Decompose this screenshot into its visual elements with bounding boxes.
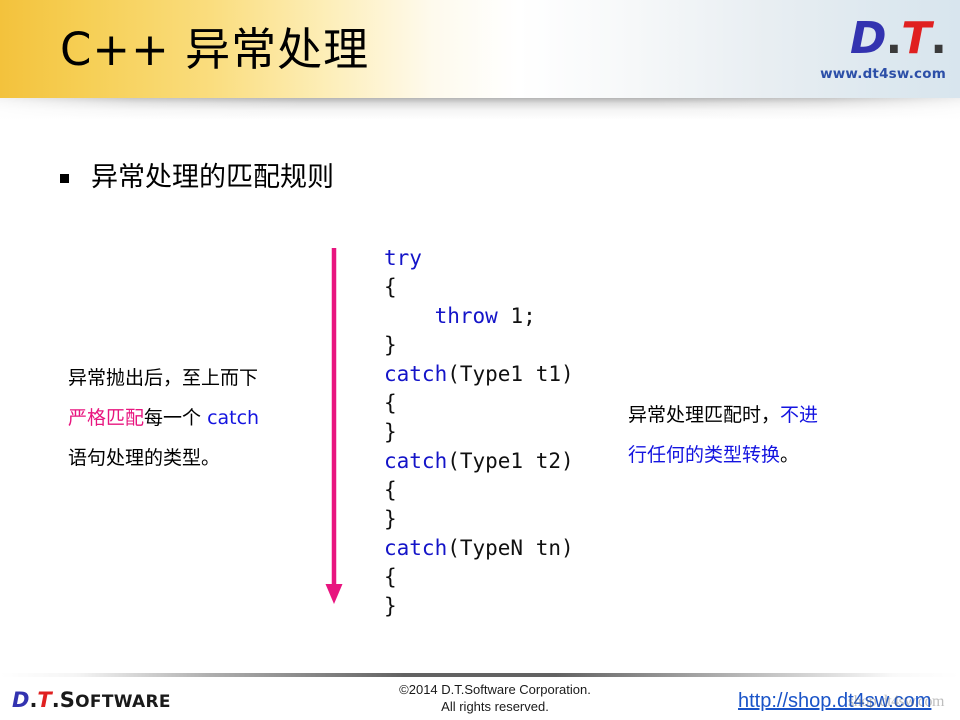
logo-letter-d: D bbox=[850, 13, 887, 64]
code-keyword: try bbox=[384, 246, 422, 270]
note-right-line-1-lead: 异常处理匹配时， bbox=[628, 404, 781, 426]
code-text: (TypeN tn) bbox=[447, 536, 574, 560]
logo-dot-2: . bbox=[930, 13, 947, 64]
note-right-line-2: 行任何的类型转换。 bbox=[628, 435, 818, 475]
code-line: { bbox=[384, 563, 574, 592]
copyright-line-2: All rights reserved. bbox=[441, 699, 549, 714]
brand-logo-header: D.T. www.dt4sw.com bbox=[796, 13, 947, 92]
page-title: C++ 异常处理 bbox=[60, 23, 370, 76]
code-text: } bbox=[384, 420, 397, 444]
code-line: catch(Type1 t2) bbox=[384, 447, 574, 476]
footer-logo-word-rest: OFTWARE bbox=[75, 692, 171, 712]
code-text: } bbox=[384, 507, 397, 531]
bullet-row: 异常处理的匹配规则 bbox=[60, 160, 334, 196]
note-right: 异常处理匹配时，不进 行任何的类型转换。 bbox=[628, 395, 818, 475]
code-text: (Type1 t2) bbox=[447, 449, 574, 473]
code-line: catch(Type1 t1) bbox=[384, 360, 574, 389]
code-line: } bbox=[384, 592, 574, 621]
code-text: } bbox=[384, 594, 397, 618]
code-text: { bbox=[384, 275, 397, 299]
code-line: { bbox=[384, 273, 574, 302]
footer-divider bbox=[0, 673, 960, 677]
code-line: } bbox=[384, 331, 574, 360]
square-bullet-icon bbox=[60, 173, 69, 183]
note-left-highlight: 严格匹配 bbox=[68, 407, 145, 429]
code-text: 1; bbox=[497, 304, 536, 328]
note-left-line-2: 严格匹配每一个 catch bbox=[68, 398, 259, 438]
code-text: { bbox=[384, 565, 397, 589]
downward-flow-arrow-icon bbox=[325, 248, 343, 604]
note-right-highlight-1: 不进 bbox=[780, 404, 819, 426]
code-keyword: catch bbox=[384, 362, 448, 386]
code-text: } bbox=[384, 333, 397, 357]
code-keyword: throw bbox=[434, 304, 498, 328]
footer-logo-dot-2: . bbox=[51, 688, 60, 712]
note-right-highlight-2: 行任何的类型转换 bbox=[628, 444, 781, 466]
code-line: { bbox=[384, 476, 574, 505]
code-line: throw 1; bbox=[384, 302, 574, 331]
note-left-line-2-mid: 每一个 bbox=[144, 407, 208, 429]
logo-dot-1: . bbox=[885, 13, 903, 64]
footer-copyright: ©2014 D.T.Software Corporation. All righ… bbox=[330, 681, 660, 715]
code-text: (Type1 t1) bbox=[447, 362, 574, 386]
code-line: try bbox=[384, 244, 574, 273]
code-line: } bbox=[384, 505, 574, 534]
footer-watermark: shop.dt4sw.com bbox=[848, 693, 944, 710]
note-left-line-1: 异常抛出后，至上而下 bbox=[68, 367, 259, 389]
code-keyword: catch bbox=[384, 449, 448, 473]
brand-logo-mark: D.T. bbox=[796, 13, 947, 64]
footer-logo-letter-t: T bbox=[37, 688, 52, 712]
note-right-line-1: 异常处理匹配时，不进 bbox=[628, 395, 818, 435]
brand-url-label: www.dt4sw.com bbox=[820, 66, 946, 82]
footer-logo-word-cap: S bbox=[59, 688, 76, 712]
footer-logo-word: SOFTWARE bbox=[60, 688, 171, 712]
note-left-line-3: 语句处理的类型。 bbox=[68, 447, 221, 469]
note-left-keyword: catch bbox=[207, 407, 260, 429]
code-keyword: catch bbox=[384, 536, 448, 560]
copyright-line-1: ©2014 D.T.Software Corporation. bbox=[399, 682, 591, 697]
note-left: 异常抛出后，至上而下 严格匹配每一个 catch 语句处理的类型。 bbox=[68, 358, 259, 478]
header-shadow-strip bbox=[0, 98, 960, 120]
footer-link-area: http://shop.dt4sw.com shop.dt4sw.com bbox=[700, 688, 950, 716]
code-snippet: try{ throw 1;} catch(Type1 t1){} catch(Typ… bbox=[384, 244, 574, 621]
code-text: { bbox=[384, 478, 397, 502]
logo-letter-t: T bbox=[901, 13, 931, 64]
brand-logo-footer: D.T.SOFTWARE bbox=[12, 688, 171, 714]
code-text: { bbox=[384, 391, 397, 415]
footer-logo-letter-d: D bbox=[12, 688, 30, 712]
code-line: } bbox=[384, 418, 574, 447]
note-right-line-2-tail: 。 bbox=[780, 444, 800, 466]
code-line: catch(TypeN tn) bbox=[384, 534, 574, 563]
bullet-text: 异常处理的匹配规则 bbox=[91, 162, 334, 193]
code-line: { bbox=[384, 389, 574, 418]
